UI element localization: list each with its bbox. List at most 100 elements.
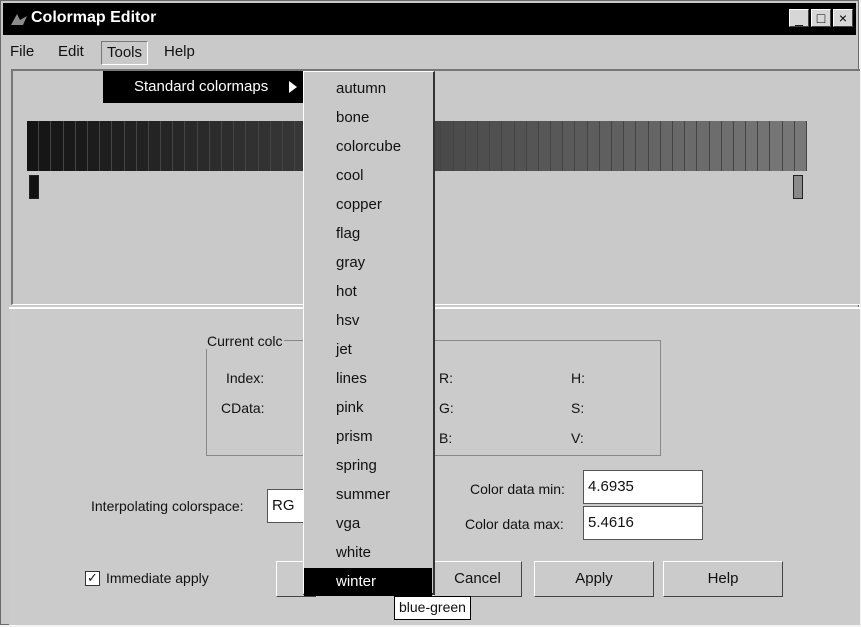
colormap-item-colorcube[interactable]: colorcube bbox=[304, 133, 432, 161]
colormap-cell[interactable] bbox=[538, 121, 552, 171]
colormap-cell[interactable] bbox=[185, 121, 198, 171]
colormap-cell[interactable] bbox=[660, 121, 673, 171]
colormap-cell[interactable] bbox=[75, 121, 88, 171]
colormap-item-prism[interactable]: prism bbox=[304, 423, 432, 451]
colormap-cell[interactable] bbox=[782, 121, 795, 171]
window-title: Colormap Editor bbox=[31, 9, 157, 26]
colormap-cell[interactable] bbox=[222, 121, 235, 171]
colormap-cell[interactable] bbox=[648, 121, 661, 171]
standard-colormaps-label: Standard colormaps bbox=[134, 78, 269, 95]
colormap-item-winter[interactable]: winter bbox=[304, 568, 432, 596]
menu-edit[interactable]: Edit bbox=[53, 41, 89, 63]
colormap-cell[interactable] bbox=[282, 121, 296, 171]
colormap-cell[interactable] bbox=[477, 121, 491, 171]
colormap-item-hsv[interactable]: hsv bbox=[304, 307, 432, 335]
maximize-button[interactable]: □ bbox=[811, 9, 831, 27]
right-colormap-marker[interactable] bbox=[793, 175, 803, 199]
colormap-item-bone[interactable]: bone bbox=[304, 104, 432, 132]
interpolating-colorspace-select[interactable]: RG bbox=[267, 489, 307, 523]
interpolating-colorspace-label: Interpolating colorspace: bbox=[91, 498, 244, 514]
colormap-item-jet[interactable]: jet bbox=[304, 336, 432, 364]
color-data-min-input[interactable]: 4.6935 bbox=[583, 470, 703, 504]
colormap-cell[interactable] bbox=[733, 121, 747, 171]
colormap-cell[interactable] bbox=[636, 121, 649, 171]
menu-file[interactable]: File bbox=[5, 41, 39, 63]
menu-bar: File Edit Tools Help bbox=[3, 37, 856, 65]
color-data-max-label: Color data max: bbox=[465, 516, 564, 532]
close-button[interactable]: × bbox=[833, 9, 853, 27]
colormap-cell[interactable] bbox=[685, 121, 698, 171]
colormap-panel bbox=[11, 69, 860, 305]
colormap-cell[interactable] bbox=[794, 121, 807, 171]
colormap-cell[interactable] bbox=[258, 121, 271, 171]
colormap-item-copper[interactable]: copper bbox=[304, 191, 432, 219]
colormap-cell[interactable] bbox=[161, 121, 174, 171]
colormap-cell[interactable] bbox=[148, 121, 162, 171]
colormap-item-gray[interactable]: gray bbox=[304, 249, 432, 277]
colormap-cell[interactable] bbox=[502, 121, 515, 171]
colormap-cell[interactable] bbox=[758, 121, 771, 171]
colormap-cell[interactable] bbox=[746, 121, 759, 171]
menu-tools[interactable]: Tools bbox=[101, 41, 149, 65]
colormap-cell[interactable] bbox=[551, 121, 564, 171]
colormap-item-flag[interactable]: flag bbox=[304, 220, 432, 248]
immediate-apply-checkbox[interactable]: ✓ bbox=[85, 571, 100, 586]
colormap-cell[interactable] bbox=[136, 121, 149, 171]
menu-help[interactable]: Help bbox=[159, 41, 200, 63]
r-label: R: bbox=[439, 370, 453, 386]
colormap-cell[interactable] bbox=[63, 121, 76, 171]
colormap-cell[interactable] bbox=[721, 121, 734, 171]
colormap-cell[interactable] bbox=[441, 121, 454, 171]
colormap-cell[interactable] bbox=[453, 121, 466, 171]
colormap-cell[interactable] bbox=[51, 121, 64, 171]
colormap-cell[interactable] bbox=[612, 121, 625, 171]
title-bar[interactable]: Colormap Editor _ □ × bbox=[3, 3, 856, 35]
colormap-item-summer[interactable]: summer bbox=[304, 481, 432, 509]
colormap-cell[interactable] bbox=[87, 121, 101, 171]
colormap-cell[interactable] bbox=[575, 121, 588, 171]
index-label: Index: bbox=[226, 370, 265, 386]
colormap-cell[interactable] bbox=[587, 121, 600, 171]
colormap-cell[interactable] bbox=[27, 121, 40, 171]
colormap-cell[interactable] bbox=[526, 121, 539, 171]
colormap-cell[interactable] bbox=[39, 121, 52, 171]
colormap-cell[interactable] bbox=[100, 121, 113, 171]
colormap-cell[interactable] bbox=[624, 121, 637, 171]
colormap-cell[interactable] bbox=[246, 121, 259, 171]
colormap-cell[interactable] bbox=[709, 121, 722, 171]
s-label: S: bbox=[571, 400, 585, 416]
colormap-cell[interactable] bbox=[124, 121, 137, 171]
colormap-cell[interactable] bbox=[599, 121, 612, 171]
colormap-item-lines[interactable]: lines bbox=[304, 365, 432, 393]
colormap-item-white[interactable]: white bbox=[304, 539, 432, 567]
colormap-item-cool[interactable]: cool bbox=[304, 162, 432, 190]
colormap-cell[interactable] bbox=[490, 121, 503, 171]
colormap-dropdown: autumn bone colorcube cool copper flag gray hot… bbox=[303, 71, 435, 596]
colormap-cell[interactable] bbox=[209, 121, 222, 171]
colormap-cell[interactable] bbox=[672, 121, 686, 171]
v-label: V: bbox=[571, 430, 584, 446]
color-data-max-input[interactable]: 5.4616 bbox=[583, 506, 703, 540]
colormap-item-hot[interactable]: hot bbox=[304, 278, 432, 306]
colormap-cell[interactable] bbox=[197, 121, 210, 171]
standard-colormaps-submenu[interactable]: Standard colormaps bbox=[103, 71, 303, 103]
colormap-cell[interactable] bbox=[173, 121, 186, 171]
colormap-item-vga[interactable]: vga bbox=[304, 510, 432, 538]
left-colormap-marker[interactable] bbox=[29, 175, 39, 199]
apply-button[interactable]: Apply bbox=[534, 561, 654, 597]
colormap-cell[interactable] bbox=[697, 121, 710, 171]
colormap-cell[interactable] bbox=[563, 121, 576, 171]
colormap-cell[interactable] bbox=[270, 121, 283, 171]
help-button[interactable]: Help bbox=[663, 561, 783, 597]
cancel-button[interactable]: Cancel bbox=[433, 561, 522, 597]
current-color-title: Current colc bbox=[205, 333, 285, 349]
colormap-cell[interactable] bbox=[514, 121, 527, 171]
colormap-cell[interactable] bbox=[234, 121, 247, 171]
colormap-item-spring[interactable]: spring bbox=[304, 452, 432, 480]
colormap-item-autumn[interactable]: autumn bbox=[304, 75, 432, 103]
colormap-cell[interactable] bbox=[465, 121, 478, 171]
colormap-cell[interactable] bbox=[112, 121, 125, 171]
colormap-item-pink[interactable]: pink bbox=[304, 394, 432, 422]
colormap-cell[interactable] bbox=[770, 121, 783, 171]
minimize-button[interactable]: _ bbox=[789, 9, 809, 27]
